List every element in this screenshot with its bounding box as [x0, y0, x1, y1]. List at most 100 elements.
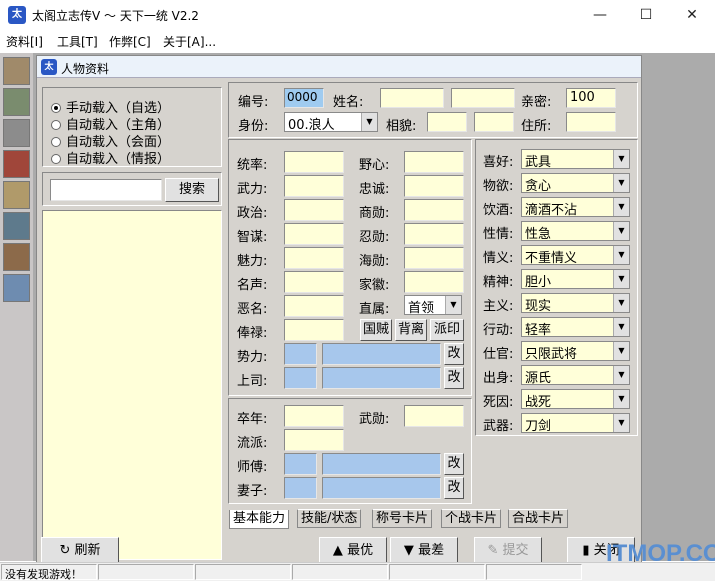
menu-about[interactable]: 关于[A]... — [163, 33, 216, 50]
power-edit-button[interactable]: 改 — [444, 343, 464, 365]
trait-select[interactable]: 刀剑 ▼ — [521, 413, 630, 433]
load-option-manual[interactable]: 手动载入（自选） — [51, 97, 170, 116]
item-tool-icon[interactable] — [3, 150, 30, 178]
superior-name-field[interactable] — [322, 367, 441, 389]
stat-field[interactable] — [284, 247, 344, 269]
intimacy-field[interactable]: 100 — [566, 88, 616, 108]
child-window-icon: 太 — [41, 59, 57, 75]
death-year-field[interactable] — [284, 405, 344, 427]
army-tool-icon[interactable] — [3, 212, 30, 240]
affiliation-select[interactable]: 首领 ▼ — [404, 295, 462, 315]
stat-field[interactable] — [284, 295, 344, 317]
identity-select[interactable]: 00.浪人 ▼ — [284, 112, 378, 132]
menu-tools[interactable]: 工具[T] — [57, 33, 98, 50]
refresh-button[interactable]: ↻ 刷新 — [41, 537, 119, 565]
looks-label: 相貌: — [386, 119, 417, 134]
master-edit-button[interactable]: 改 — [444, 453, 464, 475]
stat-field[interactable] — [284, 223, 344, 245]
search-input[interactable] — [50, 179, 162, 201]
school-field[interactable] — [284, 429, 344, 451]
superior-id-field[interactable] — [284, 367, 317, 389]
trait-label: 出身: — [483, 371, 514, 386]
map-tool-icon[interactable] — [3, 181, 30, 209]
load-option-intel[interactable]: 自动载入（情报） — [51, 148, 170, 167]
power-name-field[interactable] — [322, 343, 441, 365]
spouse-name-field[interactable] — [322, 477, 441, 499]
trait-select[interactable]: 只限武将 ▼ — [521, 341, 630, 361]
character-list[interactable] — [42, 210, 222, 560]
master-id-field[interactable] — [284, 453, 317, 475]
chevron-down-icon: ▼ — [613, 342, 629, 360]
lineage-group: 卒年: 武勋: 流派: 师傅: 改 妻子: 改 — [228, 398, 472, 504]
trait-select[interactable]: 轻率 ▼ — [521, 317, 630, 337]
stat-field[interactable] — [404, 151, 464, 173]
stat-field[interactable] — [404, 175, 464, 197]
scholar-tool-icon[interactable] — [3, 274, 30, 302]
trait-select[interactable]: 滴酒不沾 ▼ — [521, 197, 630, 217]
tab-battle[interactable]: 合战卡片 — [508, 509, 569, 528]
general-tool-icon[interactable] — [3, 243, 30, 271]
menu-cheat[interactable]: 作弊[C] — [109, 33, 151, 50]
stat-field[interactable] — [284, 319, 344, 341]
spouse-id-field[interactable] — [284, 477, 317, 499]
trait-select[interactable]: 源氏 ▼ — [521, 365, 630, 385]
identity-label: 身份: — [238, 119, 269, 134]
trait-select[interactable]: 性急 ▼ — [521, 221, 630, 241]
trait-label: 死因: — [483, 395, 514, 410]
soldier-tool-icon[interactable] — [3, 88, 30, 116]
merit-field[interactable] — [404, 405, 464, 427]
superior-edit-button[interactable]: 改 — [444, 367, 464, 389]
submit-icon: ✎ — [487, 543, 503, 558]
id-label: 编号: — [238, 95, 269, 110]
stat-field[interactable] — [404, 247, 464, 269]
stat-field[interactable] — [284, 199, 344, 221]
stat-field[interactable] — [284, 151, 344, 173]
submit-button[interactable]: ✎ 提交 — [474, 537, 542, 565]
trait-select[interactable]: 贪心 ▼ — [521, 173, 630, 193]
stat-label: 名声: — [237, 278, 268, 293]
trait-label: 物欲: — [483, 179, 514, 194]
name-field-given[interactable] — [451, 88, 515, 108]
minimize-button[interactable]: — — [577, 0, 623, 30]
search-button[interactable]: 搜索 — [165, 178, 219, 202]
best-icon: ▲ — [332, 543, 348, 558]
looks-field-1[interactable] — [427, 112, 467, 132]
portrait-tool-icon[interactable] — [3, 57, 30, 85]
worst-button[interactable]: ▼ 最差 — [390, 537, 458, 565]
trait-select[interactable]: 战死 ▼ — [521, 389, 630, 409]
stat-field[interactable] — [284, 175, 344, 197]
trait-select[interactable]: 武具 ▼ — [521, 149, 630, 169]
trait-select[interactable]: 胆小 ▼ — [521, 269, 630, 289]
stat-field[interactable] — [284, 271, 344, 293]
name-field-family[interactable] — [380, 88, 444, 108]
residence-field[interactable] — [566, 112, 616, 132]
load-option-protagonist[interactable]: 自动载入（主角） — [51, 114, 170, 133]
best-button[interactable]: ▲ 最优 — [319, 537, 387, 565]
tab-titles[interactable]: 称号卡片 — [372, 509, 433, 528]
looks-field-2[interactable] — [474, 112, 514, 132]
stat-label: 统率: — [237, 158, 268, 173]
traitor-button[interactable]: 国贼 — [360, 319, 392, 341]
betray-button[interactable]: 背离 — [395, 319, 427, 341]
menu-data[interactable]: 资料[I] — [6, 33, 43, 50]
seal-button[interactable]: 派印 — [430, 319, 464, 341]
id-field[interactable]: 0000 — [284, 88, 324, 108]
trait-select[interactable]: 现实 ▼ — [521, 293, 630, 313]
tab-duel[interactable]: 个战卡片 — [441, 509, 502, 528]
stat-label: 家徽: — [359, 278, 390, 293]
castle-tool-icon[interactable] — [3, 119, 30, 147]
stat-field[interactable] — [404, 271, 464, 293]
character-data-window: 太 人物资料 手动载入（自选） 自动载入（主角） 自动载入（会面） 自动载入（情… — [36, 55, 642, 565]
tab-skills[interactable]: 技能/状态 — [297, 509, 362, 528]
maximize-button[interactable]: ☐ — [623, 0, 669, 30]
trait-select[interactable]: 不重情义 ▼ — [521, 245, 630, 265]
spouse-edit-button[interactable]: 改 — [444, 477, 464, 499]
stat-field[interactable] — [404, 223, 464, 245]
tab-basic[interactable]: 基本能力 — [229, 510, 290, 529]
power-id-field[interactable] — [284, 343, 317, 365]
load-option-meeting[interactable]: 自动载入（会面） — [51, 131, 170, 150]
close-window-button[interactable]: ✕ — [669, 0, 715, 30]
stat-field[interactable] — [404, 199, 464, 221]
stat-label: 忠诚: — [359, 182, 390, 197]
master-name-field[interactable] — [322, 453, 441, 475]
